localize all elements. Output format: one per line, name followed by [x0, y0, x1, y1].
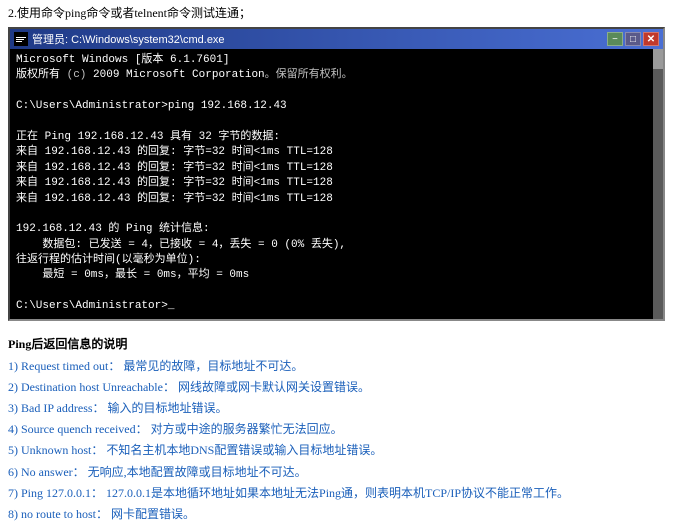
cmd-line-stats-title: 192.168.12.43 的 Ping 统计信息: — [16, 222, 647, 237]
cmd-line-blank3 — [16, 207, 647, 222]
list-item: 1) Request timed out： 最常见的故障，目标地址不可达。 — [8, 356, 665, 377]
item-num: 4) — [8, 422, 18, 436]
cmd-window-buttons: − □ ✕ — [607, 32, 659, 46]
item-text: 最常见的故障，目标地址不可达。 — [123, 359, 303, 373]
item-label: Request timed out： — [21, 359, 120, 373]
cmd-line-ping-start: 正在 Ping 192.168.12.43 具有 32 字节的数据: — [16, 130, 647, 145]
cmd-line-blank2 — [16, 115, 647, 130]
item-label: Ping 127.0.0.1： — [21, 486, 103, 500]
item-num: 6) — [8, 465, 18, 479]
cmd-window: 管理员: C:\Windows\system32\cmd.exe − □ ✕ M… — [8, 27, 665, 321]
item-num: 5) — [8, 443, 18, 457]
list-item: 4) Source quench received： 对方或中途的服务器繁忙无法… — [8, 419, 665, 440]
cmd-line-prompt1: C:\Users\Administrator>ping 192.168.12.4… — [16, 99, 647, 114]
ping-info-section: Ping后返回信息的说明 1) Request timed out： 最常见的故… — [0, 329, 673, 527]
item-num: 2) — [8, 380, 18, 394]
list-item: 7) Ping 127.0.0.1： 127.0.0.1是本地循环地址如果本地址… — [8, 483, 665, 504]
cmd-line-blank1 — [16, 84, 647, 99]
item-num: 1) — [8, 359, 18, 373]
maximize-button[interactable]: □ — [625, 32, 641, 46]
cmd-line-reply4: 来自 192.168.12.43 的回复: 字节=32 时间<1ms TTL=1… — [16, 192, 647, 207]
item-text: 无响应,本地配置故障或目标地址不可达。 — [88, 465, 307, 479]
cmd-line-blank4 — [16, 284, 647, 299]
list-item: 6) No answer： 无响应,本地配置故障或目标地址不可达。 — [8, 462, 665, 483]
cmd-titlebar: 管理员: C:\Windows\system32\cmd.exe − □ ✕ — [10, 29, 663, 49]
cmd-line-reply3: 来自 192.168.12.43 的回复: 字节=32 时间<1ms TTL=1… — [16, 176, 647, 191]
item-label: No answer： — [21, 465, 85, 479]
item-label: Unknown host： — [21, 443, 103, 457]
list-item: 3) Bad IP address： 输入的目标地址错误。 — [8, 398, 665, 419]
cmd-line-stats-packets: 数据包: 已发送 = 4，已接收 = 4，丢失 = 0 (0% 丢失), — [16, 238, 647, 253]
cmd-line-prompt2: C:\Users\Administrator>_ — [16, 299, 647, 314]
ping-info-title: Ping后返回信息的说明 — [8, 335, 665, 352]
item-text: 输入的目标地址错误。 — [108, 401, 228, 415]
cmd-body: Microsoft Windows [版本 6.1.7601] 版权所有 (c)… — [10, 49, 653, 319]
item-label: Bad IP address： — [21, 401, 105, 415]
instruction-text: 2.使用命令ping命令或者telnent命令测试连通； — [0, 0, 673, 23]
item-text: 网线故障或网卡默认网关设置错误。 — [178, 380, 370, 394]
close-button[interactable]: ✕ — [643, 32, 659, 46]
item-num: 3) — [8, 401, 18, 415]
scrollbar[interactable] — [653, 49, 663, 319]
item-text: 127.0.0.1是本地循环地址如果本地址无法Ping通，则表明本机TCP/IP… — [106, 486, 569, 500]
list-item: 8) no route to host： 网卡配置错误。 — [8, 504, 665, 525]
minimize-button[interactable]: − — [607, 32, 623, 46]
cmd-titlebar-left: 管理员: C:\Windows\system32\cmd.exe — [14, 31, 225, 47]
scrollbar-thumb[interactable] — [653, 49, 663, 69]
item-text: 不知名主机本地DNS配置错误或输入目标地址错误。 — [106, 443, 382, 457]
cmd-line-2: 版权所有 (c) 2009 Microsoft Corporation。保留所有… — [16, 68, 647, 83]
cmd-line-reply2: 来自 192.168.12.43 的回复: 字节=32 时间<1ms TTL=1… — [16, 161, 647, 176]
item-num: 8) — [8, 507, 18, 521]
cmd-line-rtt-values: 最短 = 0ms，最长 = 0ms，平均 = 0ms — [16, 268, 647, 283]
item-num: 7) — [8, 486, 18, 500]
item-text: 对方或中途的服务器繁忙无法回应。 — [151, 422, 343, 436]
item-label: no route to host： — [21, 507, 108, 521]
item-label: Source quench received： — [21, 422, 148, 436]
cmd-title: 管理员: C:\Windows\system32\cmd.exe — [32, 31, 225, 47]
cmd-outer-border: 管理员: C:\Windows\system32\cmd.exe − □ ✕ M… — [8, 27, 665, 321]
cmd-line-reply1: 来自 192.168.12.43 的回复: 字节=32 时间<1ms TTL=1… — [16, 145, 647, 160]
cmd-icon — [14, 32, 28, 46]
list-item: 5) Unknown host： 不知名主机本地DNS配置错误或输入目标地址错误… — [8, 440, 665, 461]
list-item: 2) Destination host Unreachable： 网线故障或网卡… — [8, 377, 665, 398]
cmd-line-1: Microsoft Windows [版本 6.1.7601] — [16, 53, 647, 68]
cmd-line-rtt-label: 往返行程的估计时间(以毫秒为单位): — [16, 253, 647, 268]
item-text: 网卡配置错误。 — [111, 507, 195, 521]
item-label: Destination host Unreachable： — [21, 380, 175, 394]
